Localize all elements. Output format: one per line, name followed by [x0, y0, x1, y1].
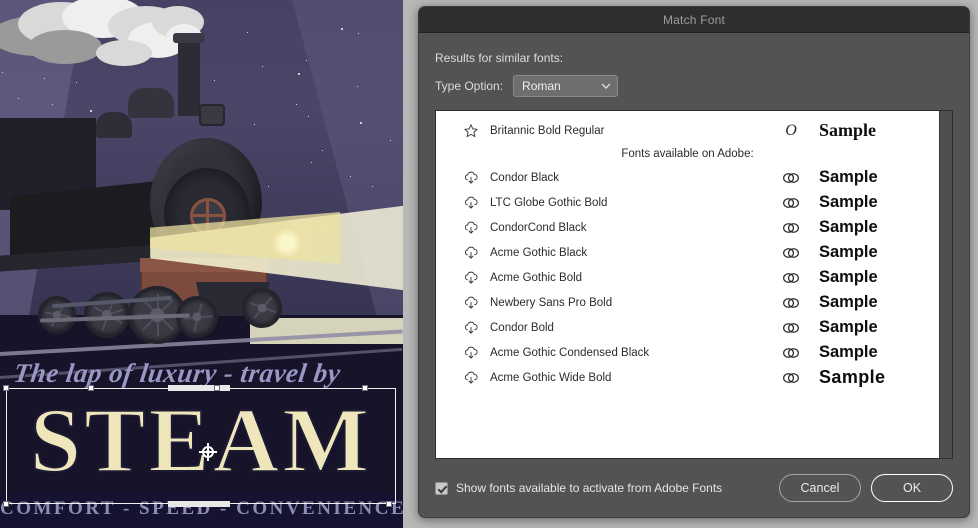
font-name: CondorCond Black [490, 221, 587, 234]
results-label: Results for similar fonts: [435, 51, 564, 65]
font-name: Condor Black [490, 171, 560, 184]
font-sample-preview: Sample [819, 193, 878, 211]
creative-cloud-icon [769, 346, 813, 360]
adobe-divider-label: Fonts available on Adobe: [621, 148, 754, 160]
driving-wheel [38, 296, 76, 334]
font-row-adobe[interactable]: Acme Gothic Black Sample [436, 240, 939, 265]
cloud-download-icon[interactable] [462, 244, 480, 262]
font-name: Condor Bold [490, 321, 554, 334]
smokestack-cap [173, 33, 205, 43]
dialog-footer: Show fonts available to activate from Ad… [419, 459, 969, 517]
cloud-download-icon[interactable] [462, 319, 480, 337]
creative-cloud-icon [769, 221, 813, 235]
selection-handle-bottom-left[interactable] [3, 501, 9, 507]
star-outline-icon[interactable] [462, 122, 480, 140]
type-option-label: Type Option: [435, 79, 504, 93]
font-row-adobe[interactable]: Acme Gothic Condensed Black Sample [436, 340, 939, 365]
font-sample-preview: Sample [819, 243, 878, 261]
tender-wheel [242, 288, 282, 328]
font-name: Newbery Sans Pro Bold [490, 296, 613, 309]
cloud-download-icon[interactable] [462, 219, 480, 237]
list-scrollbar[interactable] [939, 111, 952, 458]
cloud-download-icon[interactable] [462, 169, 480, 187]
show-adobe-fonts-label: Show fonts available to activate from Ad… [456, 481, 723, 495]
headlamp-glow [272, 228, 302, 258]
poster-headline: STEAM [29, 389, 373, 491]
font-sample-preview: Sample [819, 218, 878, 236]
font-sample-preview: Sample [819, 343, 878, 361]
document-canvas[interactable]: The lap of luxury - travel by STEAM COMF… [0, 0, 403, 528]
cancel-button[interactable]: Cancel [779, 474, 861, 502]
ok-button[interactable]: OK [871, 474, 953, 502]
cloud-download-icon[interactable] [462, 294, 480, 312]
chevron-down-icon [601, 83, 611, 89]
selection-handle-top-mid-right[interactable] [214, 385, 220, 391]
steam-dome [128, 88, 174, 118]
font-row-adobe[interactable]: Acme Gothic Wide Bold Sample [436, 365, 939, 390]
font-name: Britannic Bold Regular [490, 124, 605, 137]
font-row-local[interactable]: Britannic Bold Regular O Sample [436, 118, 939, 143]
sand-dome [96, 112, 132, 138]
font-results-list-inner: Britannic Bold Regular O Sample Fonts av… [436, 111, 939, 458]
match-font-dialog: Match Font Results for similar fonts: Ty… [418, 6, 970, 518]
application-window: The lap of luxury - travel by STEAM COMF… [0, 0, 978, 528]
font-row-adobe[interactable]: CondorCond Black Sample [436, 215, 939, 240]
smoke-puff [28, 30, 102, 64]
font-row-adobe[interactable]: Condor Bold Sample [436, 315, 939, 340]
font-row-adobe[interactable]: Condor Black Sample [436, 165, 939, 190]
creative-cloud-icon [769, 371, 813, 385]
selection-handle-bottom-right[interactable] [386, 501, 392, 507]
font-results-list[interactable]: Britannic Bold Regular O Sample Fonts av… [435, 110, 953, 459]
creative-cloud-icon [769, 246, 813, 260]
selection-handle-top-right[interactable] [362, 385, 368, 391]
font-name: LTC Globe Gothic Bold [490, 196, 608, 209]
font-name: Acme Gothic Condensed Black [490, 346, 650, 359]
font-sample-preview: Sample [819, 168, 878, 186]
selection-handle-top-center[interactable] [168, 385, 230, 391]
font-row-adobe[interactable]: Acme Gothic Bold Sample [436, 265, 939, 290]
adobe-section-divider: Fonts available on Adobe: [436, 143, 939, 165]
font-sample-preview: Sample [819, 293, 878, 311]
creative-cloud-icon [769, 271, 813, 285]
smoke-puff [96, 40, 152, 66]
selection-handle-top-mid-left[interactable] [88, 385, 94, 391]
font-row-adobe[interactable]: LTC Globe Gothic Bold Sample [436, 190, 939, 215]
adobe-font-rows: Condor Black Sample LTC Globe Gothic Bold S… [436, 165, 939, 390]
font-sample-preview: Sample [819, 367, 886, 387]
dialog-titlebar[interactable]: Match Font [419, 7, 969, 33]
show-adobe-fonts-checkbox-row[interactable]: Show fonts available to activate from Ad… [435, 481, 769, 495]
dialog-body: Results for similar fonts: Type Option: … [419, 33, 969, 459]
font-sample-preview: Sample [819, 318, 878, 336]
show-adobe-fonts-checkbox[interactable] [435, 481, 448, 495]
transform-reference-point-icon[interactable] [199, 443, 217, 461]
font-name: Acme Gothic Bold [490, 271, 583, 284]
type-option-select[interactable]: Roman [513, 75, 619, 97]
cloud-download-icon[interactable] [462, 194, 480, 212]
selection-handle-bottom-center[interactable] [168, 501, 230, 507]
font-sample-preview: Sample [819, 120, 877, 140]
cloud-download-icon[interactable] [462, 269, 480, 287]
headlight-housing [199, 104, 225, 126]
type-option-value: Roman [522, 79, 561, 93]
cloud-download-icon[interactable] [462, 369, 480, 387]
opentype-icon: O [785, 121, 797, 139]
font-sample-preview: Sample [819, 268, 878, 286]
font-row-adobe[interactable]: Newbery Sans Pro Bold Sample [436, 290, 939, 315]
selection-handle-top-left[interactable] [3, 385, 9, 391]
type-option-row: Type Option: Roman [435, 75, 953, 97]
creative-cloud-icon [769, 321, 813, 335]
creative-cloud-icon [769, 196, 813, 210]
font-name: Acme Gothic Wide Bold [490, 371, 612, 384]
dialog-title: Match Font [662, 12, 726, 27]
cloud-download-icon[interactable] [462, 344, 480, 362]
font-name: Acme Gothic Black [490, 246, 588, 259]
smokestack [178, 38, 200, 116]
creative-cloud-icon [769, 296, 813, 310]
creative-cloud-icon [769, 171, 813, 185]
